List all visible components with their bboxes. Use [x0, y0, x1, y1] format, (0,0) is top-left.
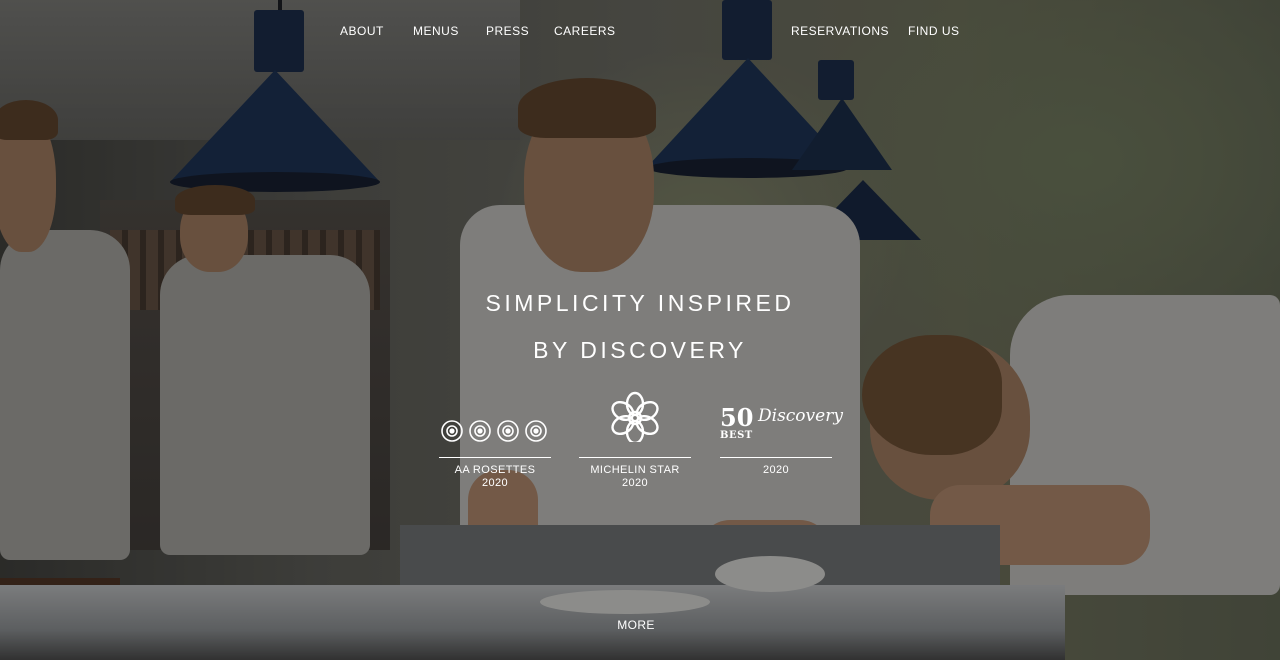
award-year: 2020 — [762, 464, 790, 476]
michelin-star-icon — [611, 391, 659, 445]
award-aa-rosettes: AA ROSETTES 2020 — [439, 400, 551, 489]
award-title: AA ROSETTES — [454, 464, 536, 476]
award-year: 2020 — [481, 477, 509, 489]
nav-about[interactable]: ABOUT — [340, 24, 384, 38]
logo-best: BEST — [720, 430, 753, 441]
nav-careers[interactable]: CAREERS — [554, 24, 616, 38]
nav-menus[interactable]: MENUS — [413, 24, 459, 38]
nav-press[interactable]: PRESS — [486, 24, 529, 38]
hero-headline-line-1: SIMPLICITY INSPIRED — [485, 290, 795, 316]
more-link[interactable]: MORE — [600, 618, 672, 632]
logo-50: 50 — [720, 403, 754, 432]
rosette-icon — [441, 420, 547, 442]
award-divider — [579, 457, 691, 458]
award-michelin-star: MICHELIN STAR 2020 — [579, 391, 691, 489]
award-divider — [720, 457, 832, 458]
nav-find-us[interactable]: FIND US — [908, 24, 960, 38]
hero-headline-line-2: BY DISCOVERY — [533, 337, 747, 363]
50-best-discovery-logo: 50 BEST Discovery — [720, 400, 843, 450]
award-year: 2020 — [621, 477, 649, 489]
award-divider — [439, 457, 551, 458]
hero-background — [0, 0, 1280, 660]
nav-reservations[interactable]: RESERVATIONS — [791, 24, 889, 38]
dark-overlay — [0, 0, 1280, 660]
logo-discovery: Discovery — [758, 406, 843, 426]
top-navigation: ABOUT MENUS PRESS CAREERS RESERVATIONS F… — [0, 0, 1280, 62]
award-title: MICHELIN STAR — [590, 464, 680, 476]
